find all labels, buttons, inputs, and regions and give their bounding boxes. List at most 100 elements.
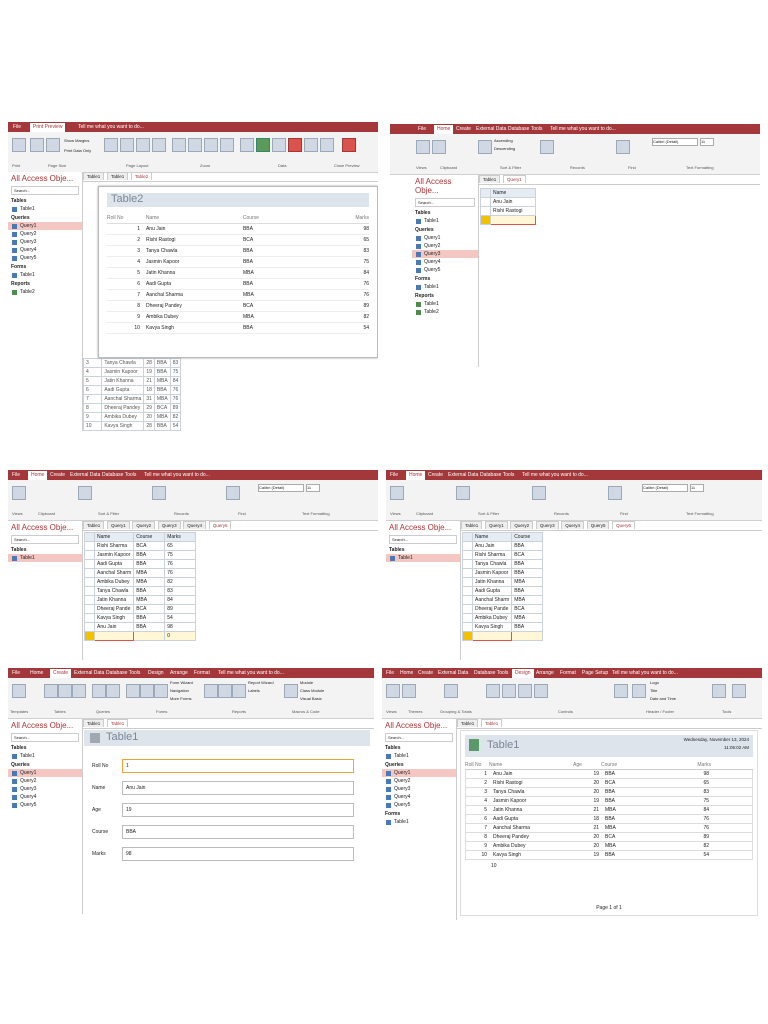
tab-create[interactable]: Create — [50, 669, 72, 678]
table-cell[interactable]: BBA — [511, 568, 544, 578]
new-record-row[interactable] — [462, 631, 544, 641]
row-selector[interactable] — [462, 550, 473, 560]
tab-file[interactable]: File — [418, 126, 426, 132]
table-cell[interactable]: MBA — [153, 376, 171, 386]
more-forms-button[interactable]: More Forms — [170, 696, 192, 701]
table-cell[interactable]: BBA — [153, 385, 171, 395]
table-cell[interactable]: 76 — [169, 394, 182, 404]
table-cell[interactable]: 89 — [164, 604, 197, 614]
report-cell[interactable]: 8 — [466, 834, 490, 840]
view-button[interactable] — [416, 140, 430, 154]
report-cell[interactable]: 1 — [466, 771, 490, 777]
report-cell[interactable]: Ambika Dubey — [490, 843, 574, 849]
table-cell[interactable]: Rishi Rastogi — [490, 206, 536, 216]
table-cell[interactable]: Aanchal Sharma — [101, 394, 145, 404]
table-cell[interactable]: 83 — [169, 358, 182, 368]
report-cell[interactable]: Rishi Rastogi — [490, 780, 574, 786]
row-selector[interactable] — [84, 577, 95, 587]
sort-descending[interactable]: Descending — [494, 146, 515, 151]
table-cell[interactable]: Jasmin Kapoor — [471, 568, 513, 578]
doc-tab-query5[interactable]: Query5 — [586, 521, 610, 529]
new-record-marker[interactable] — [84, 631, 95, 641]
new-record-cell[interactable] — [101, 430, 145, 431]
textbox-control[interactable] — [486, 684, 500, 698]
nav-search-box[interactable]: Search... — [11, 186, 79, 195]
field-input[interactable]: 98 — [122, 847, 354, 861]
visual-basic-button[interactable]: Visual Basic — [300, 696, 322, 701]
new-record-cell[interactable]: 0 — [153, 430, 171, 431]
table-cell[interactable]: MBA — [511, 613, 544, 623]
navigation-button[interactable]: Navigation — [170, 688, 189, 693]
table-cell[interactable]: 65 — [164, 541, 197, 551]
row-selector[interactable] — [462, 541, 473, 551]
nav-section-queries[interactable]: Queries — [412, 225, 478, 234]
doc-tab-query4[interactable]: Query4 — [561, 521, 585, 529]
report-cell[interactable]: MBA — [602, 843, 662, 849]
tell-me-box[interactable]: Tell me what you want to do... — [522, 472, 588, 478]
new-record-cell[interactable] — [133, 631, 166, 641]
table-cell[interactable]: BBA — [133, 559, 166, 569]
report-cell[interactable]: 89 — [662, 834, 712, 840]
close-print-preview-button[interactable] — [342, 138, 356, 152]
nav-item-query4[interactable]: Query4 — [8, 793, 82, 801]
report-cell[interactable]: 83 — [662, 789, 712, 795]
table-cell[interactable]: Dheeraj Pandey — [101, 403, 145, 413]
tab-file[interactable]: File — [13, 124, 21, 130]
nav-pane-title[interactable]: All Access Obje... — [412, 175, 478, 197]
table-cell[interactable]: 75 — [169, 367, 182, 377]
table-cell[interactable]: 28 — [143, 421, 155, 431]
table-row[interactable]: Tanya Chawla BBA — [462, 559, 544, 569]
property-sheet-button[interactable] — [732, 684, 746, 698]
report-cell[interactable]: Aadi Gupta — [490, 816, 574, 822]
nav-item-query3[interactable]: Query3 — [412, 250, 478, 258]
report-cell[interactable]: 3 — [466, 789, 490, 795]
tab-external-data[interactable]: External Data — [438, 670, 468, 676]
nav-item-query5[interactable]: Query5 — [382, 801, 456, 809]
table-row[interactable]: 7 Aanchal Sharma 31 MBA 76 — [82, 394, 182, 404]
table-cell[interactable]: Kavya Singh — [93, 613, 135, 623]
table-cell[interactable]: BBA — [511, 586, 544, 596]
nav-section-forms[interactable]: Forms — [412, 274, 478, 283]
nav-search-box[interactable]: Search... — [11, 733, 79, 742]
row-selector[interactable] — [84, 622, 95, 632]
column-header[interactable]: Name — [490, 188, 536, 198]
table-row[interactable]: Tanya Chawla BBA 83 — [84, 586, 197, 596]
table-cell[interactable]: BBA — [133, 622, 166, 632]
nav-item-table1[interactable]: Table1 — [8, 752, 82, 760]
table-row[interactable]: Aadi Gupta BBA 76 — [84, 559, 197, 569]
doc-tab-table1[interactable]: Table1 — [457, 719, 479, 727]
nav-item-query5[interactable]: Query5 — [412, 266, 478, 274]
row-selector[interactable] — [84, 568, 95, 578]
report-row[interactable]: 7 Aanchal Sharma 21 MBA 76 — [465, 824, 753, 833]
table-cell[interactable]: 82 — [164, 577, 197, 587]
table-row[interactable]: Kavya Singh BBA — [462, 622, 544, 632]
find-button[interactable] — [226, 486, 240, 500]
report-row[interactable]: 2 Rishi Rastogi 20 BCA 65 — [465, 779, 753, 788]
row-selector[interactable] — [462, 559, 473, 569]
table-row[interactable]: Jasmin Kapoor BBA 75 — [84, 550, 197, 560]
row-selector[interactable] — [84, 595, 95, 605]
report-cell[interactable]: 7 — [466, 825, 490, 831]
row-selector[interactable] — [462, 586, 473, 596]
doc-tab-query1[interactable]: Query1 — [502, 175, 526, 183]
report-cell[interactable]: 98 — [662, 771, 712, 777]
report-cell[interactable]: 4 — [466, 798, 490, 804]
nav-section-tables[interactable]: Tables — [8, 196, 82, 205]
nav-item-query1[interactable]: Query1 — [8, 769, 82, 777]
tab-file[interactable]: File — [12, 670, 20, 676]
tell-me-box[interactable]: Tell me what you want to do... — [612, 670, 678, 676]
doc-tab-query2[interactable]: Query2 — [510, 521, 534, 529]
row-selector[interactable] — [84, 541, 95, 551]
table-cell[interactable]: 6 — [82, 385, 103, 395]
report-cell[interactable]: 20 — [574, 780, 602, 786]
report-cell[interactable]: 65 — [662, 780, 712, 786]
tab-create[interactable]: Create — [418, 670, 433, 676]
report-cell[interactable]: 20 — [574, 843, 602, 849]
column-header[interactable]: Course — [511, 532, 544, 542]
row-selector[interactable] — [480, 188, 491, 198]
font-size-dropdown[interactable]: 11 — [306, 484, 320, 492]
table-cell[interactable]: 31 — [143, 394, 155, 404]
table-row[interactable]: Jasmin Kapoor BBA — [462, 568, 544, 578]
tab-home[interactable]: Home — [434, 125, 454, 134]
nav-search-box[interactable]: Search... — [11, 535, 79, 544]
